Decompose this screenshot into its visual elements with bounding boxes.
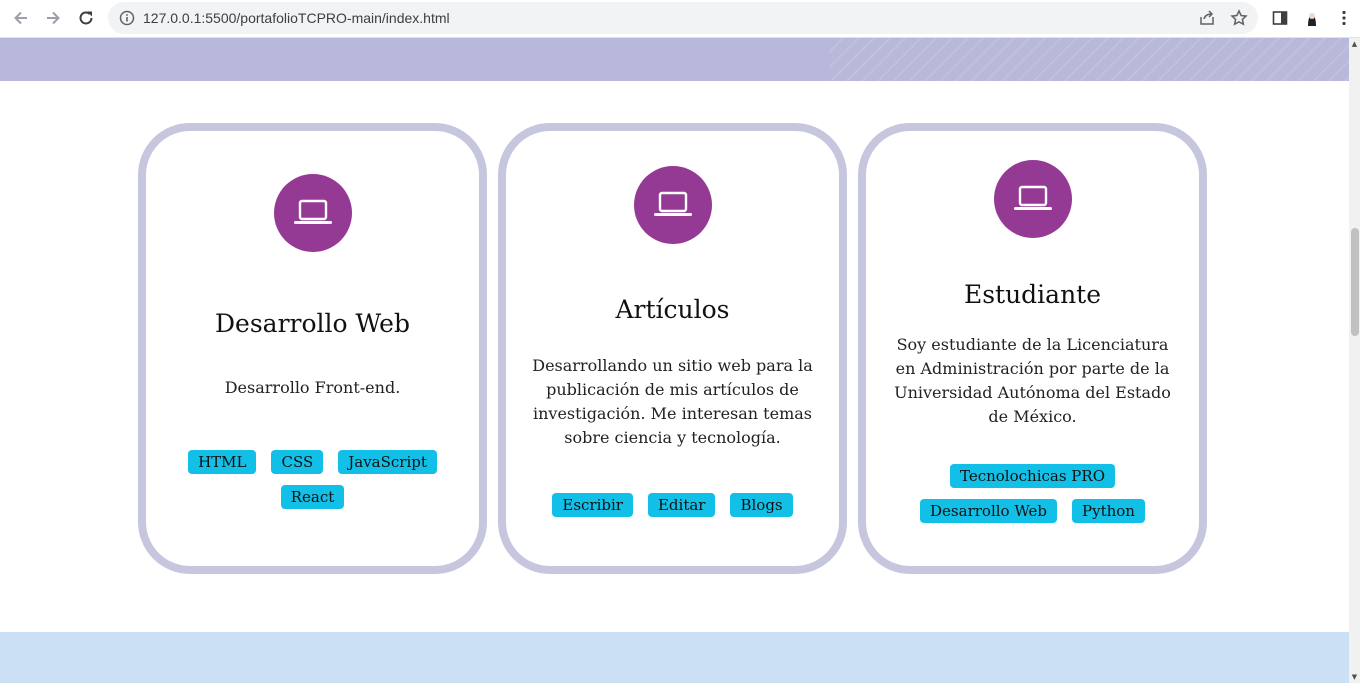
card-title: Artículos [615, 295, 730, 324]
back-arrow-icon[interactable] [9, 6, 33, 30]
tag-editar: Editar [647, 493, 716, 517]
info-icon[interactable] [119, 10, 135, 31]
tag-blogs: Blogs [730, 493, 793, 517]
card-description: Desarrollando un sitio web para la publi… [532, 356, 813, 447]
tag-html: HTML [188, 450, 257, 474]
card-estudiante: Estudiante Soy estudiante de la Licencia… [858, 123, 1207, 574]
header-stripes [829, 38, 1349, 81]
share-icon[interactable] [1198, 9, 1216, 32]
card-description: Desarrollo Front-end. [224, 378, 401, 397]
card-title: Estudiante [963, 280, 1102, 309]
profile-icon[interactable] [1300, 6, 1324, 30]
page-viewport: Desarrollo Web Desarrollo Front-end. HTM… [0, 38, 1349, 683]
tag-desarrollo-web: Desarrollo Web [920, 499, 1058, 523]
tag-react: React [280, 485, 345, 509]
browser-toolbar: 127.0.0.1:5500/portafolioTCPRO-main/inde… [0, 0, 1360, 38]
tag-list: HTML CSS JavaScript React [176, 450, 449, 509]
tag-list: Tecnolochicas PRO Desarrollo Web Python [896, 464, 1169, 523]
tag-css: CSS [271, 450, 324, 474]
scroll-up-icon[interactable]: ▲ [1349, 38, 1360, 50]
card-title: Desarrollo Web [215, 309, 410, 338]
laptop-icon [993, 160, 1072, 238]
reload-icon[interactable] [74, 6, 98, 30]
laptop-icon [273, 174, 352, 252]
header-band [0, 38, 1349, 81]
forward-arrow-icon[interactable] [41, 6, 65, 30]
tag-python: Python [1072, 499, 1145, 523]
address-bar[interactable]: 127.0.0.1:5500/portafolioTCPRO-main/inde… [108, 2, 1258, 34]
tag-escribir: Escribir [552, 493, 633, 517]
tag-list: Escribir Editar Blogs [536, 493, 809, 517]
side-panel-icon[interactable] [1268, 6, 1292, 30]
tag-javascript: JavaScript [338, 450, 437, 474]
tag-tecnolochicas-pro: Tecnolochicas PRO [950, 464, 1115, 488]
star-icon[interactable] [1230, 9, 1248, 32]
card-articulos: Artículos Desarrollando un sitio web par… [498, 123, 847, 574]
card-description: Soy estudiante de la Licenciatura en Adm… [894, 335, 1171, 426]
laptop-icon [633, 166, 712, 244]
footer-band [0, 632, 1349, 683]
scrollbar-thumb[interactable] [1351, 228, 1359, 336]
scroll-down-icon[interactable]: ▼ [1349, 671, 1360, 683]
url-text[interactable]: 127.0.0.1:5500/portafolioTCPRO-main/inde… [143, 10, 450, 26]
page-scrollbar[interactable]: ▲ ▼ [1349, 38, 1360, 683]
card-desarrollo-web: Desarrollo Web Desarrollo Front-end. HTM… [138, 123, 487, 574]
kebab-menu-icon[interactable] [1332, 6, 1356, 30]
